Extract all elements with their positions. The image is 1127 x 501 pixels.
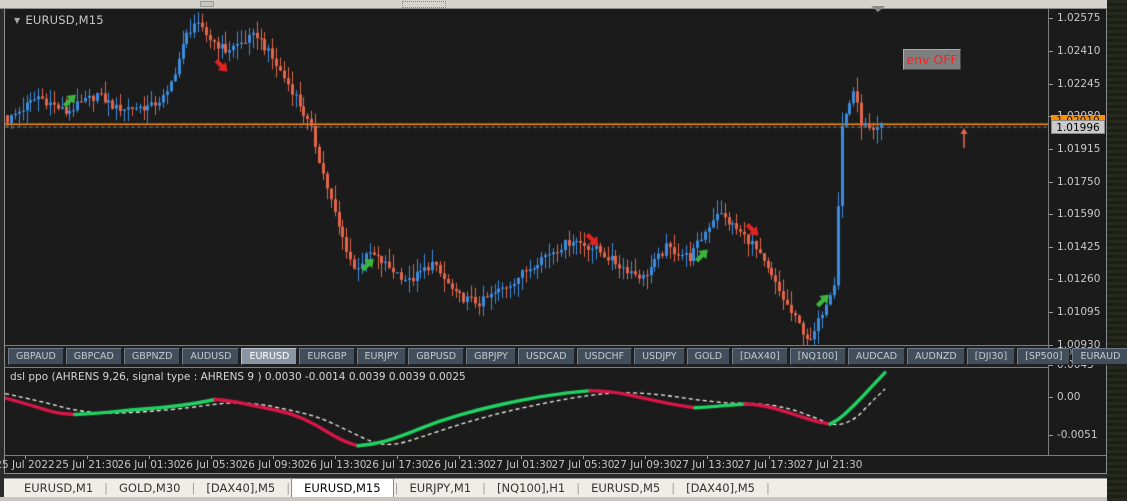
price-tick [1049, 344, 1053, 346]
toolbar-fragment [402, 1, 446, 8]
indicator-label: dsl ppo (AHRENS 9,26, signal type : AHRE… [10, 371, 466, 383]
time-axis-label: 27 Jul 09:30 [613, 459, 677, 471]
indicator-subwindow[interactable]: dsl ppo (AHRENS 9,26, signal type : AHRE… [5, 367, 1048, 456]
price-axis-label: 1.01095 [1057, 306, 1101, 319]
time-axis-label: 26 Jul 21:30 [427, 459, 491, 471]
symbol-button-eurgbp[interactable]: EURGBP [299, 348, 355, 365]
chart-tab--dax40--m5[interactable]: [DAX40],M5 [676, 480, 765, 496]
symbol-changer-row: GBPAUD GBPCAD GBPNZD AUDUSD EURUSD EURGBP EURJ… [5, 345, 1127, 367]
chart-tab-eurjpy-m1[interactable]: EURJPY,M1 [399, 480, 481, 496]
price-tick [1049, 312, 1053, 314]
chart-tab--dax40--m5[interactable]: [DAX40],M5 [196, 480, 285, 496]
bottom-edge-strip [0, 497, 1107, 501]
chart-tab-eurusd-m5[interactable]: EURUSD,M5 [581, 480, 670, 496]
price-axis-label: 1.02575 [1057, 12, 1101, 24]
price-axis-label: 1.01590 [1057, 207, 1101, 220]
symbol-button-audusd[interactable]: AUDUSD [182, 348, 240, 365]
env-toggle-button[interactable]: env OFF [903, 49, 961, 70]
price-axis-label: 1.01915 [1057, 143, 1101, 156]
desktop-background-strip [1107, 0, 1127, 501]
price-tick [1049, 149, 1053, 151]
symbol-button-gbpusd[interactable]: GBPUSD [408, 348, 465, 365]
price-axis-label: 1.01750 [1057, 175, 1101, 188]
symbol-button-gbpaud[interactable]: GBPAUD [8, 348, 64, 365]
symbol-button-gold[interactable]: GOLD [686, 348, 731, 365]
triangle-down-icon[interactable]: ▼ [14, 16, 20, 25]
price-axis-label: 1.01260 [1057, 273, 1101, 286]
price-axis-label: 1.02410 [1057, 44, 1101, 57]
price-tick [1049, 18, 1053, 19]
symbol-button-eurjpy[interactable]: EURJPY [356, 348, 407, 365]
toolbar-fragment [200, 1, 214, 7]
screen: ▼ EURUSD,M15 env OFF 1.02575 1.02410 1.0224… [0, 0, 1127, 501]
chart-tab--nq100--h1[interactable]: [NQ100],H1 [487, 480, 575, 496]
time-axis-label: 25 Jul 21:30 [55, 459, 119, 471]
symbol-button-usdcad[interactable]: USDCAD [517, 348, 575, 365]
price-chart-area[interactable]: ▼ EURUSD,M15 env OFF [5, 6, 1048, 345]
chart-tab-bar: EURUSD,M1 | GOLD,M30 | [DAX40],M5 | EURUSD,M15… [4, 478, 1107, 498]
indicator-tick [1049, 397, 1053, 398]
time-axis[interactable]: 25 Jul 2022 25 Jul 21:30 26 Jul 01:30 26 Ju… [0, 455, 1106, 473]
symbol-button-dax40[interactable]: [DAX40] [732, 348, 788, 365]
time-axis-label: 26 Jul 05:30 [179, 459, 243, 471]
chart-shift-marker-icon[interactable] [871, 6, 885, 12]
price-axis-label: 1.01425 [1057, 240, 1101, 253]
price-tick [1049, 181, 1053, 183]
price-axis-label: 1.02245 [1057, 77, 1101, 90]
time-axis-label: 25 Jul 2022 [0, 459, 55, 471]
symbol-button-gbpjpy[interactable]: GBPJPY [466, 348, 516, 365]
tab-separator: | [766, 481, 770, 495]
symbol-button-usdjpy[interactable]: USDJPY [634, 348, 685, 365]
symbol-button-euraud[interactable]: EURAUD [1072, 348, 1127, 365]
price-axis[interactable]: 1.025751.024101.022451.020801.019151.017… [1048, 9, 1106, 455]
price-tick [1049, 50, 1053, 52]
symbol-button-gbpnzd[interactable]: GBPNZD [123, 348, 181, 365]
symbol-button-audnzd[interactable]: AUDNZD [907, 348, 965, 365]
symbol-button-audcad[interactable]: AUDCAD [847, 348, 906, 365]
symbol-button-sp500[interactable]: [SP500] [1017, 348, 1071, 365]
chart-tab-eurusd-m1[interactable]: EURUSD,M1 [14, 480, 103, 496]
price-tick [1049, 246, 1053, 248]
symbol-button-nq100[interactable]: [NQ100] [789, 348, 846, 365]
indicator-axis-label: -0.0051 [1057, 429, 1098, 442]
price-tick [1049, 83, 1053, 85]
time-axis-label: 27 Jul 01:30 [489, 459, 553, 471]
symbol-button-gbpcad[interactable]: GBPCAD [65, 348, 122, 365]
time-axis-label: 26 Jul 17:30 [365, 459, 429, 471]
time-axis-label: 27 Jul 13:30 [675, 459, 739, 471]
time-axis-label: 27 Jul 05:30 [551, 459, 615, 471]
time-axis-label: 27 Jul 21:30 [799, 459, 863, 471]
chart-title: ▼ EURUSD,M15 [14, 13, 104, 27]
chart-tab-eurusd-m15[interactable]: EURUSD,M15 [291, 478, 394, 498]
bid-price-box: 1.01996 [1051, 120, 1105, 134]
price-tick [1049, 213, 1053, 215]
price-tick [1049, 279, 1053, 281]
price-chart-canvas[interactable] [5, 9, 1048, 345]
time-axis-label: 26 Jul 13:30 [303, 459, 367, 471]
chart-window: ▼ EURUSD,M15 env OFF 1.02575 1.02410 1.0224… [0, 6, 1127, 474]
symbol-button-usdchf[interactable]: USDCHF [576, 348, 633, 365]
time-axis-label: 27 Jul 17:30 [737, 459, 801, 471]
indicator-tick [1049, 435, 1053, 437]
indicator-axis-label: 0.00 [1057, 391, 1081, 403]
time-axis-label: 26 Jul 01:30 [117, 459, 181, 471]
time-axis-label: 26 Jul 09:30 [241, 459, 305, 471]
chart-tab-gold-m30[interactable]: GOLD,M30 [109, 480, 190, 496]
indicator-tick [1049, 364, 1053, 366]
symbol-button-dji30[interactable]: [DJI30] [966, 348, 1016, 365]
symbol-button-eurusd[interactable]: EURUSD [241, 348, 298, 365]
